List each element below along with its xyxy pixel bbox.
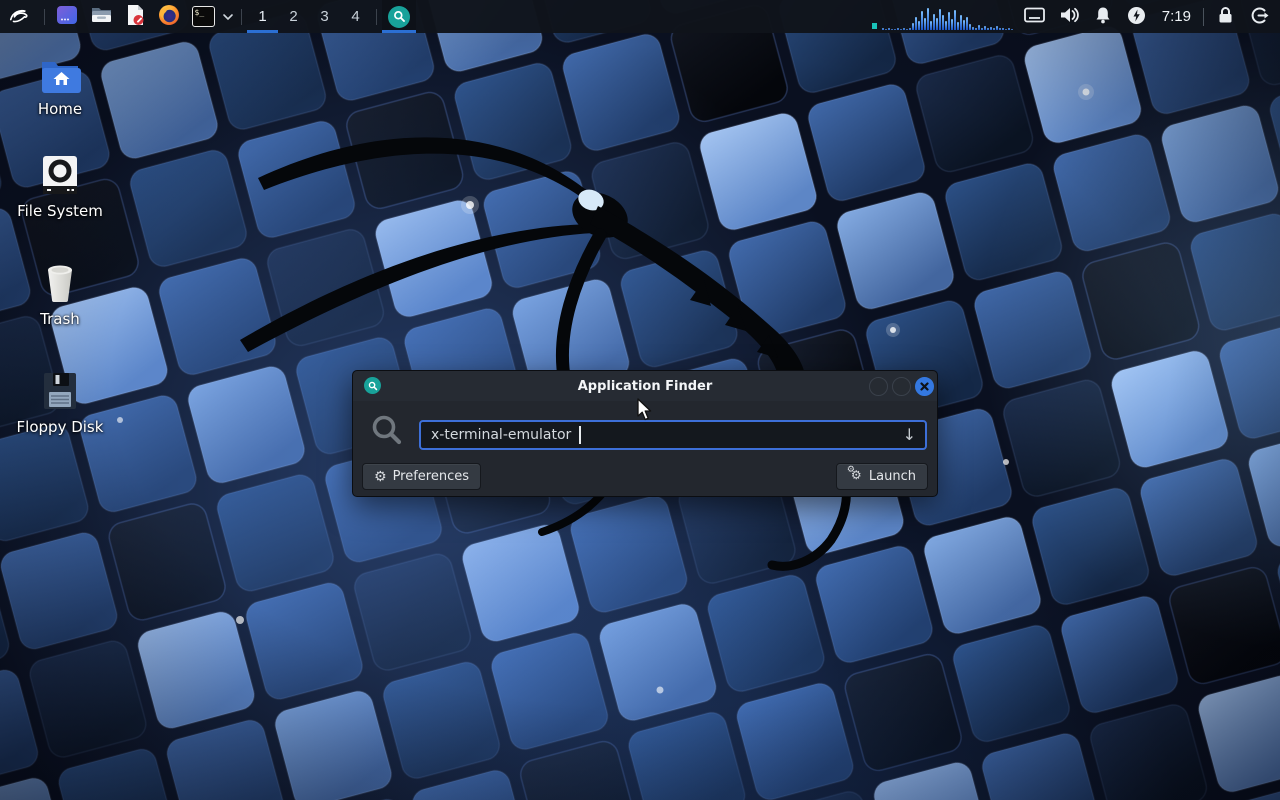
application-search-input[interactable]: [421, 422, 891, 448]
desktop-icon-floppy-disk[interactable]: Floppy Disk: [12, 370, 108, 436]
text-caret: [579, 426, 581, 444]
workspace-4-button[interactable]: 4: [340, 0, 371, 33]
logout-button[interactable]: [1242, 0, 1276, 33]
window-app-launcher[interactable]: [50, 0, 84, 33]
search-icon: [371, 414, 403, 450]
chevron-down-icon: [222, 9, 234, 24]
kali-logo-icon: [8, 4, 30, 29]
panel-tray: 7:19: [872, 0, 1280, 33]
volume-icon: [1059, 6, 1079, 27]
power-manager-icon: [1127, 6, 1146, 28]
minimize-button[interactable]: [869, 377, 888, 396]
workspace-3-button[interactable]: 3: [309, 0, 340, 33]
panel-separator: [241, 9, 242, 25]
top-panel: $_ 1 2 3 4: [0, 0, 1280, 33]
workspace-1-button[interactable]: 1: [247, 0, 278, 33]
file-manager-launcher[interactable]: [84, 0, 118, 33]
terminal-dropdown-chevron[interactable]: [220, 0, 236, 33]
desktop-icon-home[interactable]: Home: [12, 58, 108, 118]
file-manager-icon: [90, 4, 113, 29]
panel-separator: [1203, 8, 1204, 26]
logout-icon: [1250, 6, 1269, 28]
launch-button[interactable]: ⚙ ⚙ Launch: [836, 463, 928, 490]
desktop-icon-label: File System: [12, 202, 108, 220]
maximize-button[interactable]: [892, 377, 911, 396]
titlebar[interactable]: Application Finder: [353, 371, 937, 401]
terminal-glyph: $_: [195, 8, 205, 17]
app-finder-window-icon: [364, 377, 381, 394]
workspace-2-button[interactable]: 2: [278, 0, 309, 33]
dropdown-arrow-icon[interactable]: ↓: [903, 424, 916, 446]
lock-icon: [1217, 6, 1234, 27]
home-folder-icon: [12, 58, 108, 94]
panel-separator: [376, 9, 377, 25]
text-editor-icon: [124, 4, 146, 29]
app-finder-icon: [388, 6, 410, 28]
application-finder-window: Application Finder ↓: [352, 370, 938, 497]
desktop-icon-label: Floppy Disk: [12, 418, 108, 436]
search-entry: ↓: [419, 420, 927, 450]
panel-separator: [44, 9, 45, 25]
power-manager-tray-button[interactable]: [1120, 0, 1154, 33]
close-button[interactable]: [915, 377, 934, 396]
firefox-icon: [158, 4, 180, 29]
desktop-icon-label: Trash: [12, 310, 108, 328]
desktop-icon-label: Home: [12, 100, 108, 118]
desktop: $_ 1 2 3 4: [0, 0, 1280, 800]
lock-screen-button[interactable]: [1208, 0, 1242, 33]
trash-bin-icon: [12, 262, 108, 304]
keyboard-tray-button[interactable]: [1018, 0, 1052, 33]
desktop-icon-file-system[interactable]: File System: [12, 154, 108, 220]
launch-button-label: Launch: [869, 469, 916, 484]
audio-visualizer: [872, 0, 1018, 33]
gear-icon: ⚙: [374, 470, 387, 484]
audio-visualizer-bars: [882, 8, 1014, 30]
desktop-icon-trash[interactable]: Trash: [12, 262, 108, 328]
notifications-tray-button[interactable]: [1086, 0, 1120, 33]
terminal-icon: $_: [192, 6, 215, 27]
close-icon: [920, 379, 929, 394]
visualizer-indicator: [872, 23, 877, 29]
launch-gears-icon: ⚙ ⚙: [848, 469, 863, 484]
keyboard-icon: [1024, 7, 1045, 26]
volume-tray-button[interactable]: [1052, 0, 1086, 33]
text-editor-launcher[interactable]: [118, 0, 152, 33]
file-system-drive-icon: [12, 154, 108, 196]
preferences-button[interactable]: ⚙ Preferences: [362, 463, 481, 490]
floppy-disk-icon: [12, 370, 108, 412]
preferences-button-label: Preferences: [393, 469, 469, 484]
bell-icon: [1094, 6, 1112, 27]
firefox-launcher[interactable]: [152, 0, 186, 33]
window-app-icon: [56, 4, 78, 29]
applications-menu-button[interactable]: [3, 3, 34, 30]
app-finder-taskbar-button[interactable]: [382, 0, 416, 33]
clock[interactable]: 7:19: [1154, 0, 1199, 33]
window-title: Application Finder: [578, 379, 713, 394]
terminal-launcher[interactable]: $_: [186, 0, 220, 33]
